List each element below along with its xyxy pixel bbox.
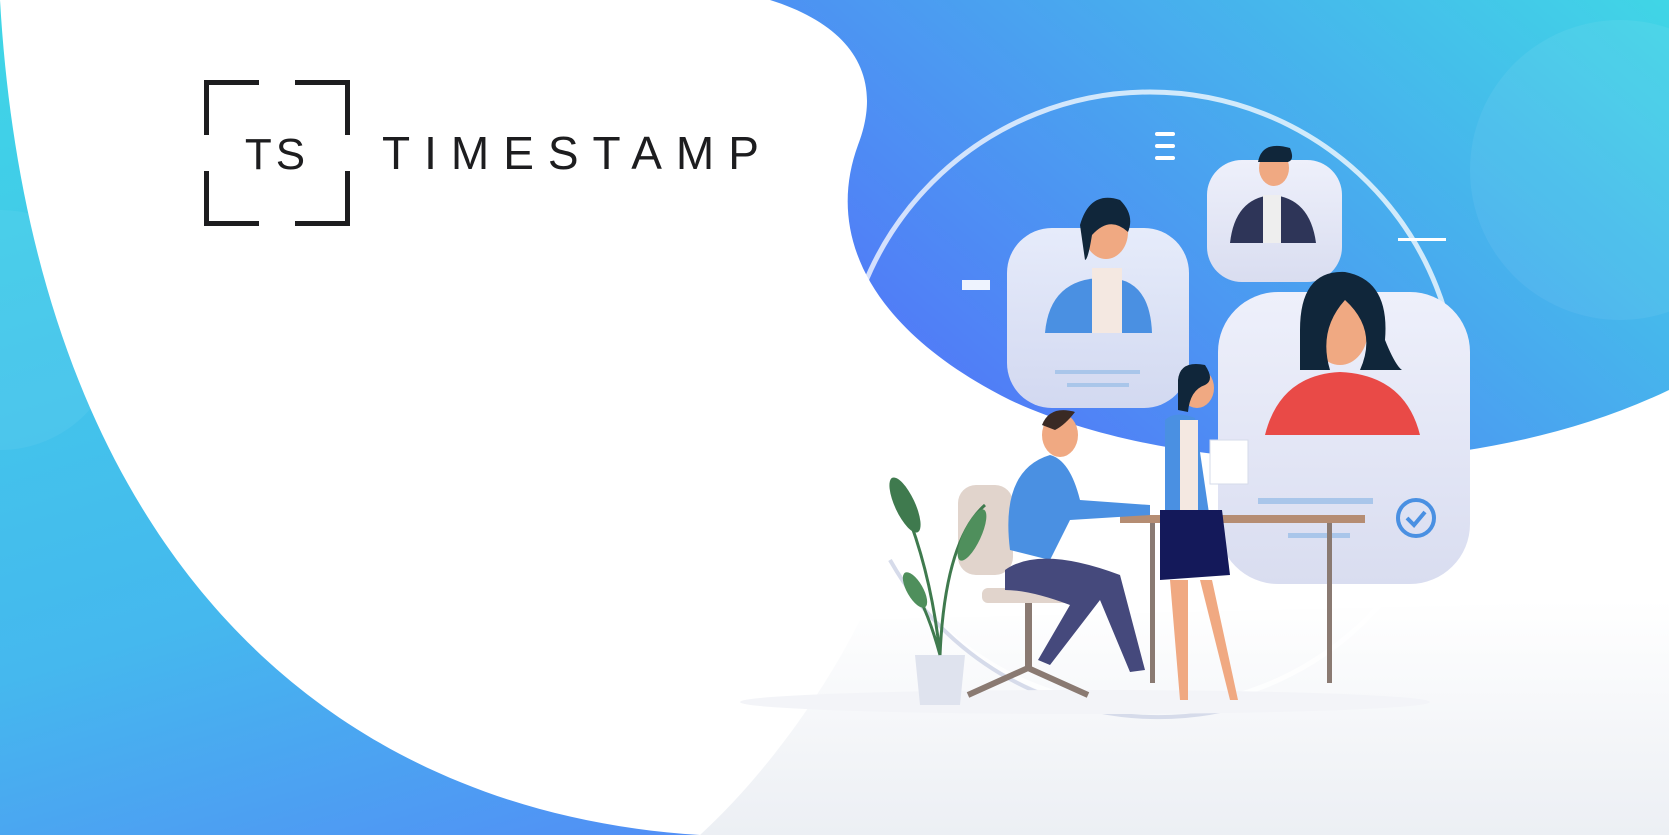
profile-card-man	[1207, 145, 1342, 282]
brand-name: TIMESTAMP	[382, 127, 773, 179]
profile-card-woman-red	[1218, 271, 1470, 584]
timestamp-logo: TS TIMESTAMP	[204, 80, 773, 226]
logo-mark: TS	[204, 80, 350, 226]
logo-corner	[295, 80, 350, 135]
logo-corner	[204, 80, 259, 135]
logo-mark-text: TS	[244, 130, 310, 179]
